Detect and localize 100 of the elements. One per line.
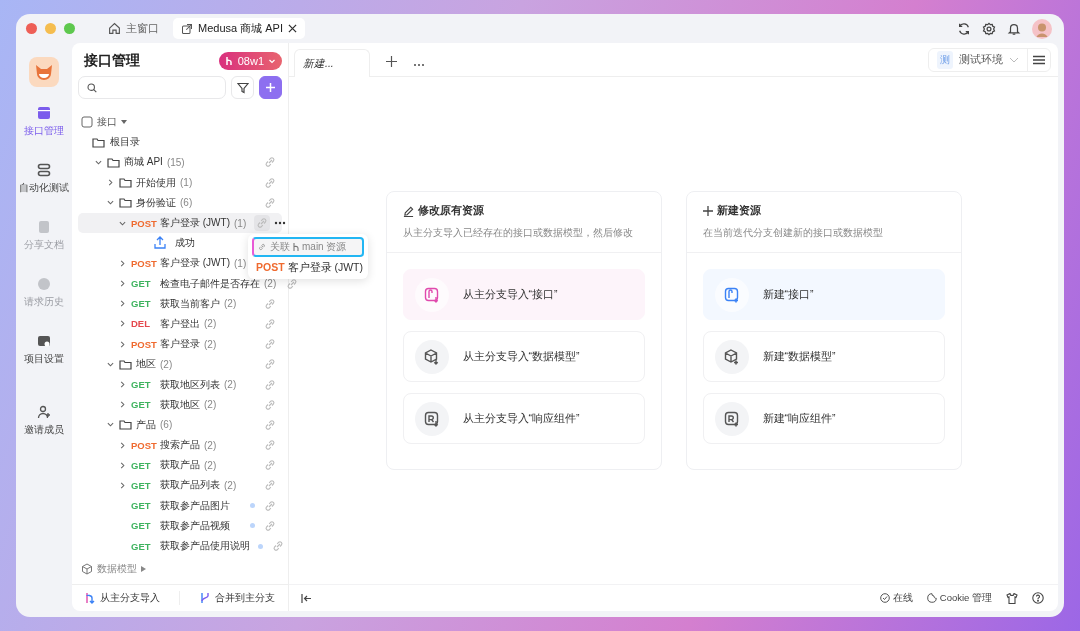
method-label: GET	[131, 399, 152, 411]
window-tab[interactable]: Medusa 商城 API	[173, 18, 305, 39]
item-label: 客户登录 (JWT)	[160, 216, 230, 231]
tree-item[interactable]: 根目录	[78, 132, 282, 153]
invite-icon	[36, 404, 52, 420]
merge-icon	[200, 592, 211, 604]
refresh-icon[interactable]	[957, 21, 971, 36]
filter-button[interactable]	[231, 76, 254, 99]
add-button[interactable]	[259, 76, 282, 99]
folder-icon	[92, 136, 105, 148]
plus-icon[interactable]	[386, 56, 397, 67]
pencil-icon	[402, 205, 414, 217]
section-label[interactable]: 数据模型	[97, 562, 137, 577]
caret-icon[interactable]	[119, 280, 126, 288]
option-button[interactable]: 从主分支导入“响应组件”	[402, 393, 645, 444]
caret-icon[interactable]	[119, 401, 126, 409]
tree-item[interactable]: POST 客户登录 (2)	[78, 334, 282, 355]
tree-item[interactable]: 产品 (6)	[78, 414, 282, 435]
search-field[interactable]	[78, 76, 226, 99]
editor-tab[interactable]: 新建...	[294, 49, 370, 77]
option-button[interactable]: 新建“接口”	[702, 269, 945, 320]
tree-item[interactable]: GET 获取参产品图片	[78, 495, 282, 516]
import-button[interactable]: 从主分支导入	[78, 590, 166, 606]
tree-item[interactable]: GET 获取参产品视频	[78, 515, 282, 536]
close-icon[interactable]	[288, 24, 297, 33]
method-label: GET	[131, 298, 152, 310]
caret-icon[interactable]	[107, 179, 114, 187]
tree-item[interactable]: GET 获取产品 (2)	[78, 455, 282, 476]
caret-icon[interactable]	[119, 441, 126, 449]
shirt-icon[interactable]	[1006, 592, 1018, 604]
caret-icon[interactable]	[107, 360, 114, 368]
item-count: (2)	[204, 338, 217, 350]
item-count: (2)	[224, 479, 237, 491]
tree-item[interactable]: GET 获取参产品使用说明	[78, 535, 282, 557]
item-label: 获取当前客户	[160, 296, 220, 311]
caret-icon[interactable]	[107, 421, 114, 429]
tree-item[interactable]: 地区 (2)	[78, 354, 282, 375]
help-icon[interactable]	[1032, 592, 1044, 604]
tree-item[interactable]: GET 检查电子邮件是否存在 (2)	[78, 273, 282, 294]
tree-item[interactable]: POST 搜索产品 (2)	[78, 435, 282, 456]
api-icon	[36, 105, 52, 121]
doc-icon	[36, 219, 52, 235]
fox-logo	[29, 57, 59, 87]
item-label: 获取参产品使用说明	[160, 539, 250, 554]
tree-item[interactable]: GET 获取当前客户 (2)	[78, 293, 282, 314]
settings-icon[interactable]	[982, 21, 996, 36]
item-label: 检查电子邮件是否存在	[160, 276, 260, 291]
collapse-icon[interactable]	[301, 593, 312, 603]
item-label: 客户登录	[160, 337, 200, 352]
online-status[interactable]: 在线	[879, 591, 913, 605]
popover-item[interactable]: POST 客户登录 (JWT)	[252, 257, 364, 275]
caret-icon[interactable]	[119, 320, 126, 328]
caret-icon[interactable]	[141, 566, 146, 573]
caret-icon[interactable]	[119, 340, 126, 348]
check-circle-icon	[879, 593, 890, 603]
tree-item[interactable]: 商城 API (15)	[78, 152, 282, 173]
caret-icon[interactable]	[119, 481, 126, 489]
folder-icon	[119, 197, 132, 209]
tree-item[interactable]: GET 获取地区列表 (2)	[78, 374, 282, 395]
close-window-button[interactable]	[26, 23, 37, 34]
caret-icon[interactable]	[119, 381, 126, 389]
resp-icon	[414, 401, 449, 436]
method-label: POST	[131, 217, 156, 229]
caret-icon[interactable]	[107, 199, 114, 207]
tree-item[interactable]: DEL 客户登出 (2)	[78, 313, 282, 335]
more-icon[interactable]	[274, 221, 287, 226]
option-button[interactable]: 新建“响应组件”	[702, 393, 945, 444]
tree-item[interactable]: GET 获取产品列表 (2)	[78, 475, 282, 496]
caret-icon[interactable]	[119, 300, 126, 308]
nav-item[interactable]: 接口管理	[17, 105, 71, 138]
option-button[interactable]: 从主分支导入“接口”	[402, 269, 645, 320]
link-resource-button[interactable]: 关联 main 资源	[252, 237, 364, 257]
window-tab[interactable]: 主窗口	[100, 18, 167, 39]
card-description: 从主分支导入已经存在的接口或数据模型，然后修改	[402, 226, 634, 240]
item-count: (2)	[224, 379, 237, 391]
method-label: DEL	[131, 318, 151, 330]
item-count: (2)	[224, 298, 237, 310]
option-button[interactable]: 新建“数据模型”	[702, 331, 945, 382]
auto-icon	[36, 162, 52, 178]
avatar[interactable]	[1032, 18, 1052, 39]
nav-item[interactable]: 项目设置	[17, 333, 71, 366]
tree-item[interactable]: GET 获取地区 (2)	[78, 394, 282, 415]
option-button[interactable]: 从主分支导入“数据模型”	[402, 331, 645, 382]
nav-item[interactable]: 自动化测试	[17, 162, 71, 195]
nav-item[interactable]: 邀请成员	[17, 404, 71, 437]
caret-icon[interactable]	[121, 119, 127, 126]
caret-icon[interactable]	[119, 259, 126, 267]
tree-item[interactable]: 开始使用 (1)	[78, 172, 282, 193]
menu-icon	[1033, 54, 1045, 65]
bell-icon[interactable]	[1007, 21, 1021, 36]
tree-item[interactable]: 身份验证 (6)	[78, 192, 282, 213]
caret-icon[interactable]	[95, 158, 102, 166]
plus-icon	[265, 82, 276, 93]
item-label: 获取参产品图片	[160, 498, 230, 513]
branch-selector[interactable]: 08w1	[218, 52, 282, 70]
merge-button[interactable]: 合并到主分支	[194, 590, 282, 606]
cookie-button[interactable]: Cookie 管理	[926, 591, 992, 605]
caret-icon[interactable]	[119, 219, 126, 227]
caret-icon[interactable]	[119, 461, 126, 469]
section-label[interactable]: 接口	[97, 115, 117, 130]
